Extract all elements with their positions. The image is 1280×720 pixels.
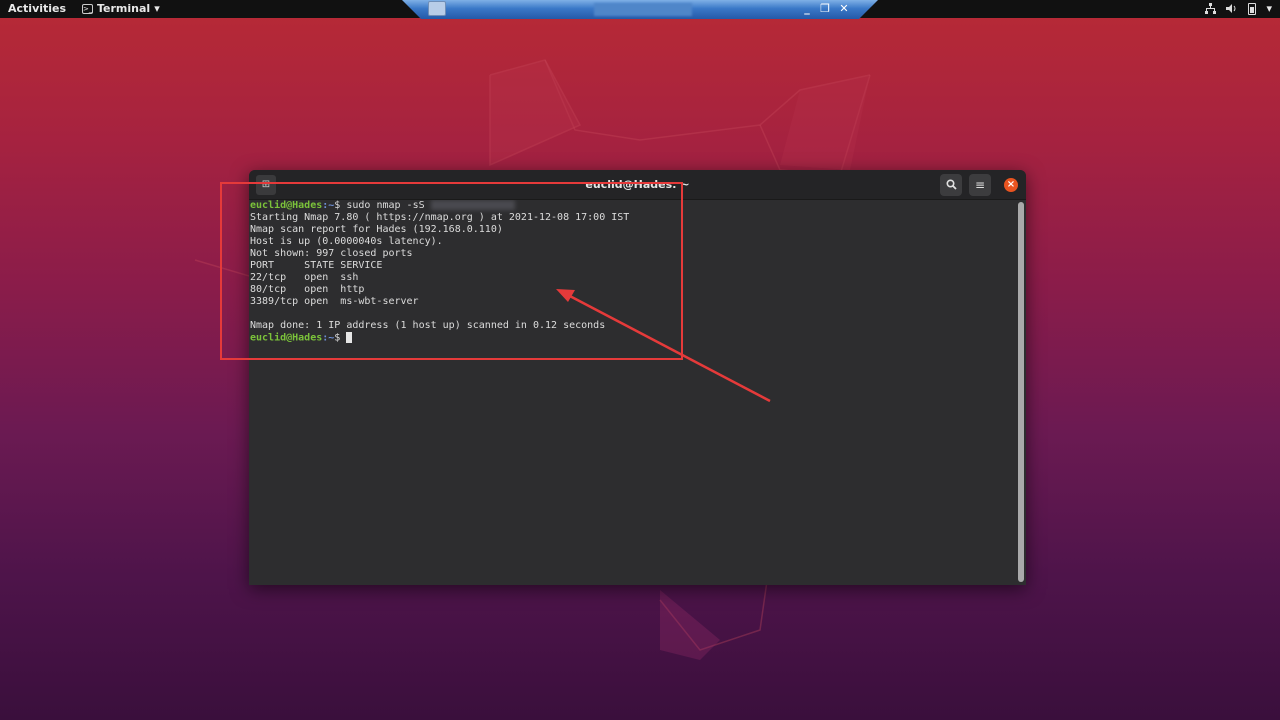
- menu-icon: ≡: [974, 178, 986, 192]
- close-icon: ×: [1006, 179, 1016, 190]
- pin-icon[interactable]: [428, 1, 446, 16]
- chevron-down-icon: ▾: [154, 2, 160, 15]
- network-icon: [1205, 3, 1217, 14]
- annotation-highlight-box: [220, 182, 683, 360]
- window-close-button[interactable]: ×: [1004, 178, 1018, 192]
- power-menu-icon: ▾: [1266, 2, 1272, 15]
- scrollbar-thumb[interactable]: [1018, 202, 1024, 582]
- hamburger-menu-button[interactable]: ≡: [969, 174, 991, 196]
- app-menu-label: Terminal: [97, 2, 151, 15]
- scrollbar[interactable]: [1018, 202, 1024, 582]
- activities-button[interactable]: Activities: [8, 2, 66, 15]
- remote-session-bar: _ ❐ ✕: [402, 0, 878, 19]
- search-icon: [945, 179, 957, 190]
- battery-icon: [1248, 2, 1257, 15]
- restore-button[interactable]: ❐: [818, 2, 832, 15]
- close-button[interactable]: ✕: [837, 2, 851, 15]
- terminal-icon: >_: [82, 3, 93, 14]
- redacted-session-name: [594, 3, 692, 16]
- volume-icon: [1226, 4, 1236, 13]
- search-button[interactable]: [940, 174, 962, 196]
- system-tray[interactable]: ▾: [1205, 2, 1272, 15]
- app-menu[interactable]: >_ Terminal ▾: [82, 2, 160, 15]
- minimize-button[interactable]: _: [800, 2, 814, 15]
